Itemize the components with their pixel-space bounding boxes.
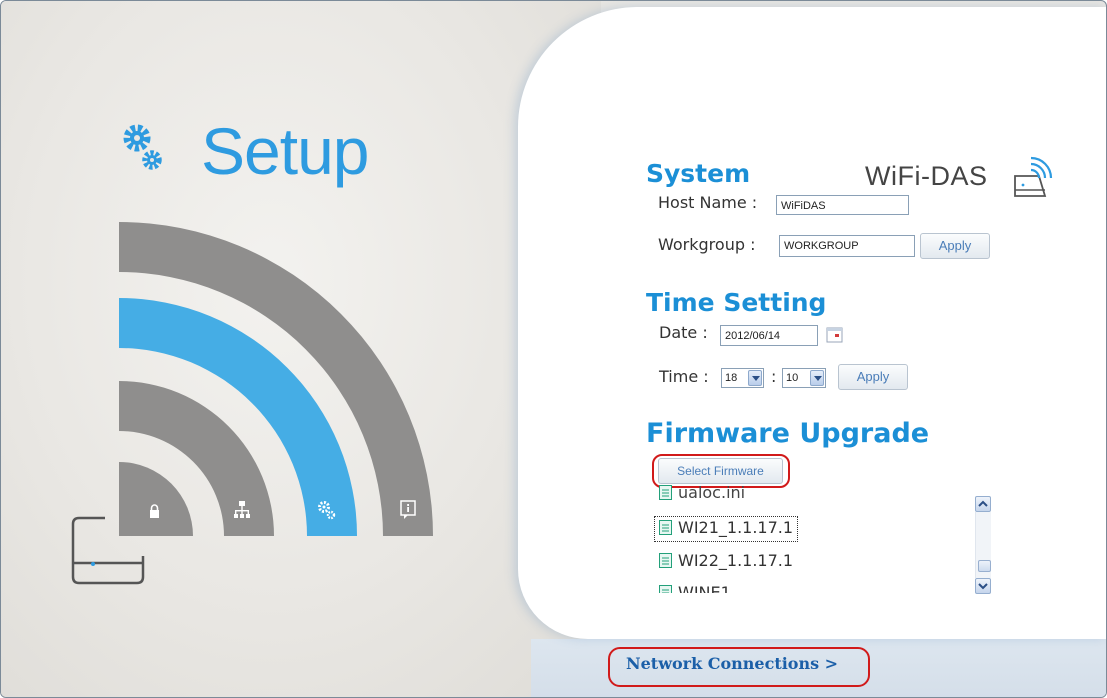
chevron-down-icon: [748, 370, 762, 386]
date-input[interactable]: 2012/06/14: [720, 325, 818, 346]
setup-frame: Setup WiFi-DAS System Host Name : WiFiDA…: [0, 0, 1107, 698]
date-label: Date :: [659, 323, 708, 342]
time-setting-title: Time Setting: [646, 288, 827, 317]
host-name-label: Host Name :: [658, 193, 758, 212]
time-apply-button[interactable]: Apply: [838, 364, 908, 390]
list-item-selected[interactable]: WI21_1.1.17.1: [654, 516, 799, 542]
hour-value: 18: [725, 372, 738, 384]
file-icon: [659, 520, 672, 535]
scroll-up-button[interactable]: [975, 496, 991, 512]
list-item[interactable]: WI22_1.1.17.1: [659, 551, 793, 575]
file-name: WI21_1.1.17.1: [678, 518, 794, 537]
file-name: WINE1: [678, 583, 731, 593]
list-item[interactable]: ualoc.ini: [659, 483, 745, 507]
file-icon: [659, 485, 672, 500]
file-name: WI22_1.1.17.1: [678, 551, 794, 570]
scroll-track[interactable]: [975, 512, 991, 578]
chevron-down-icon: [810, 370, 824, 386]
file-list-scrollbar[interactable]: [975, 496, 991, 594]
wifi-das-logo-icon: [1014, 156, 1053, 197]
scroll-down-button[interactable]: [975, 578, 991, 594]
firmware-upgrade-title: Firmware Upgrade: [646, 418, 930, 449]
file-icon: [659, 585, 672, 593]
hour-select[interactable]: 18: [721, 368, 764, 388]
host-name-input[interactable]: WiFiDAS: [776, 195, 909, 215]
calendar-icon[interactable]: [825, 325, 845, 345]
firmware-file-list[interactable]: ualoc.ini WI21_1.1.17.1 WI22_1.1.17.1 WI…: [641, 481, 986, 593]
file-icon: [659, 553, 672, 568]
time-colon: :: [771, 367, 777, 386]
left-panel: Setup: [1, 1, 601, 697]
wifi-graphic: [71, 222, 433, 585]
app-window: Setup WiFi-DAS System Host Name : WiFiDA…: [0, 0, 1107, 698]
minute-value: 10: [786, 372, 799, 384]
page-title: Setup: [201, 114, 369, 188]
core-quadrant: [119, 462, 193, 536]
system-apply-button[interactable]: Apply: [920, 233, 990, 259]
brand-logo-text: WiFi-DAS: [865, 161, 988, 191]
time-label: Time :: [659, 367, 709, 386]
workgroup-label: Workgroup :: [658, 235, 756, 254]
list-item[interactable]: WINE1: [659, 583, 731, 593]
minute-select[interactable]: 10: [782, 368, 826, 388]
scroll-thumb[interactable]: [978, 560, 991, 572]
setup-gear-icon: [119, 121, 179, 186]
highlight-ring: [608, 647, 870, 687]
file-name: ualoc.ini: [678, 483, 746, 502]
system-section-title: System: [646, 159, 751, 188]
workgroup-input[interactable]: WORKGROUP: [779, 235, 915, 257]
